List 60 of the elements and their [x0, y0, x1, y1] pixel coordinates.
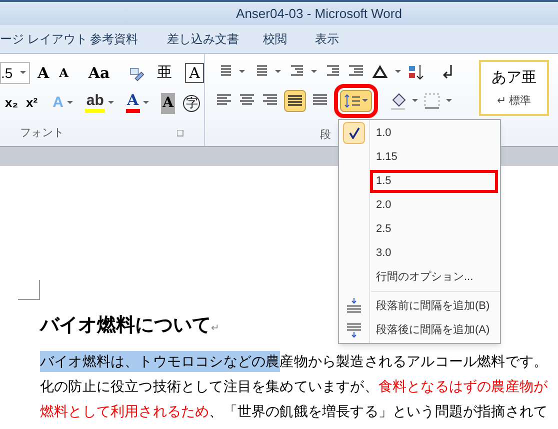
character-shading-button[interactable]: A — [160, 92, 176, 114]
window-title: Anser04-03 - Microsoft Word — [236, 4, 402, 23]
body-text: 、「世界の飢餓を増長する」という問題が指摘されて — [209, 402, 548, 420]
superscript-button[interactable]: x² — [24, 93, 40, 113]
borders-icon[interactable] — [423, 92, 441, 110]
caret-icon — [275, 70, 281, 74]
style-preview: あア亜 — [492, 68, 536, 88]
highlight-button[interactable]: ab — [85, 93, 105, 113]
ribbon-tab[interactable]: ージ レイアウト — [0, 30, 90, 48]
body-text: 産物から製造されるアルコール燃料です。 — [280, 352, 548, 370]
menu-item[interactable]: 2.0 — [370, 194, 498, 216]
caret-icon — [311, 70, 317, 74]
ribbon-tab[interactable]: 表示 — [315, 30, 365, 48]
caret-icon — [395, 70, 401, 74]
menu-item[interactable]: 段落前に間隔を追加(B) — [370, 294, 498, 318]
ribbon-tab[interactable]: 校閲 — [263, 30, 315, 48]
font-size-field[interactable]: .5 — [0, 62, 30, 84]
subscript-button[interactable]: x₂ — [3, 93, 20, 113]
menu-item[interactable]: 2.5 — [370, 218, 498, 240]
line-spacing-icon — [344, 94, 360, 108]
body-text: 食料となるはずの農産物が — [378, 376, 548, 396]
caret-icon — [239, 70, 245, 74]
character-border-button[interactable]: A — [185, 63, 204, 83]
caret-icon — [446, 98, 452, 103]
style-name: ↵ 標準 — [496, 94, 532, 109]
justify-icon — [288, 94, 302, 107]
menu-item[interactable]: 1.0 — [370, 122, 498, 144]
group-label: フォント — [20, 126, 64, 141]
menu-item[interactable]: 1.5 — [370, 170, 498, 192]
phonetic-guide-button[interactable]: 亜 — [154, 62, 176, 84]
caret-icon — [412, 98, 418, 103]
justify-button[interactable] — [284, 90, 306, 112]
space-before-icon — [346, 298, 362, 314]
caret-icon — [142, 101, 149, 105]
font-color-button[interactable]: A — [126, 93, 140, 113]
menu-item[interactable]: 段落後に間隔を追加(A) — [370, 318, 498, 342]
document-heading: バイオ燃料について — [40, 314, 211, 338]
body-text: バイオ燃料は、トウモロコシなどの農 — [40, 350, 280, 372]
body-text: 燃料として利用されるため — [40, 402, 210, 420]
menu-item[interactable]: 3.0 — [370, 242, 498, 264]
body-text: 化の防止に役立つ技術として注目を集めていますが、 — [40, 376, 378, 396]
shrink-font-button[interactable]: A — [56, 64, 72, 82]
space-after-icon — [346, 322, 362, 338]
caret-icon — [20, 71, 26, 75]
page-corner-mark — [18, 280, 40, 300]
caret-icon — [67, 101, 74, 105]
menu-item[interactable]: 1.15 — [370, 146, 498, 168]
style-tile[interactable]: あア亜 ↵ 標準 — [479, 60, 549, 116]
paragraph-mark: ↵ — [211, 322, 219, 336]
grow-font-button[interactable]: A — [34, 62, 52, 84]
group-label: 段 — [320, 129, 331, 141]
ribbon-tab[interactable]: 参考資料 — [90, 30, 167, 48]
caret-icon — [108, 101, 114, 105]
dialog-launcher-icon[interactable] — [177, 130, 184, 137]
font-size-value: .5 — [1, 64, 13, 82]
menu-item[interactable]: 行間のオプション... — [370, 266, 498, 288]
change-case-button[interactable]: Aa — [85, 62, 113, 84]
enclosed-character-button[interactable]: 字 — [183, 94, 200, 112]
caret-icon — [362, 98, 368, 103]
ribbon-tab[interactable]: 差し込み文書 — [167, 30, 263, 48]
